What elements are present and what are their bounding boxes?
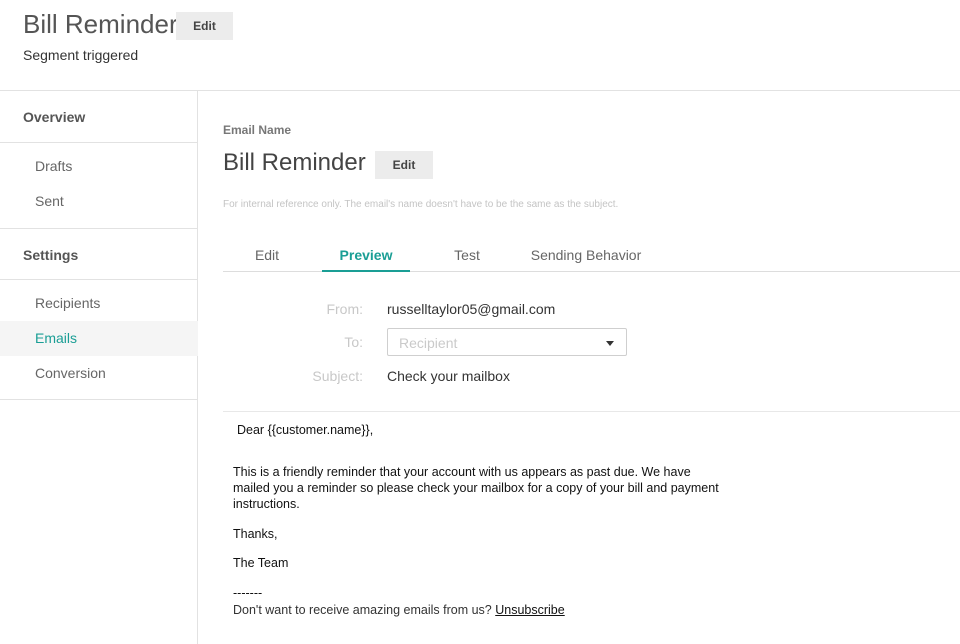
unsubscribe-link[interactable]: Unsubscribe: [495, 603, 564, 617]
sidebar-item-conversion[interactable]: Conversion: [0, 356, 198, 391]
tab-test[interactable]: Test: [423, 236, 511, 271]
tab-edit[interactable]: Edit: [223, 236, 311, 271]
sidebar-item-recipients[interactable]: Recipients: [0, 286, 198, 321]
preview-divider: [223, 411, 960, 412]
recipient-select[interactable]: Recipient: [387, 328, 627, 356]
sidebar-item-drafts[interactable]: Drafts: [0, 149, 198, 184]
page-title: Bill Reminder: [23, 9, 178, 39]
subject-label: Subject:: [312, 368, 363, 384]
email-paragraph: This is a friendly reminder that your ac…: [233, 465, 719, 511]
subject-value: Check your mailbox: [387, 368, 510, 384]
email-name-label: Email Name: [223, 123, 292, 137]
email-footer: Don't want to receive amazing emails fro…: [233, 602, 565, 618]
email-separator: -------: [233, 586, 263, 600]
chevron-down-icon: [606, 341, 614, 346]
to-label: To:: [344, 334, 363, 350]
from-value: russelltaylor05@gmail.com: [387, 301, 556, 317]
footer-text: Don't want to receive amazing emails fro…: [233, 603, 492, 617]
from-label: From:: [326, 301, 363, 317]
sidebar-divider: [0, 399, 198, 400]
sidebar-item-sent[interactable]: Sent: [0, 184, 198, 219]
edit-title-button[interactable]: Edit: [176, 12, 233, 40]
recipient-placeholder: Recipient: [399, 335, 458, 351]
tab-preview[interactable]: Preview: [322, 236, 410, 272]
edit-email-name-button[interactable]: Edit: [375, 151, 433, 179]
sidebar-section-settings[interactable]: Settings: [0, 228, 198, 280]
trigger-type-label: Segment triggered: [23, 47, 139, 63]
email-signature: The Team: [233, 556, 289, 570]
email-thanks: Thanks,: [233, 527, 278, 541]
email-greeting: Dear {{customer.name}},: [237, 423, 374, 437]
tab-sending-behavior[interactable]: Sending Behavior: [523, 236, 649, 271]
sidebar: Overview Drafts Sent Settings Recipients…: [0, 91, 198, 644]
main-content: Email Name Bill Reminder Edit For intern…: [199, 92, 960, 644]
sidebar-item-emails[interactable]: Emails: [0, 321, 198, 356]
email-title: Bill Reminder: [223, 149, 366, 176]
email-tabs: Edit Preview Test Sending Behavior: [223, 236, 960, 272]
email-name-hint: For internal reference only. The email's…: [223, 199, 619, 210]
sidebar-section-overview[interactable]: Overview: [0, 91, 198, 143]
page-header: Bill Reminder Edit Segment triggered: [0, 0, 960, 91]
